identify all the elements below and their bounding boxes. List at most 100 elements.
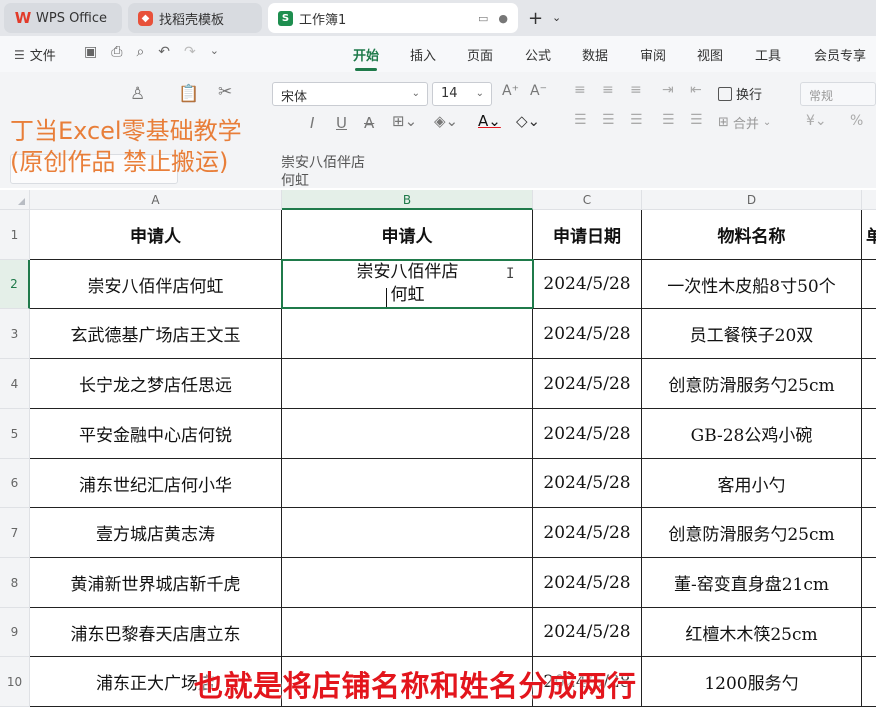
- cell-a5[interactable]: 平安金融中心店何锐: [30, 409, 282, 459]
- outdent-icon[interactable]: ⇤: [690, 82, 702, 98]
- cell-d9[interactable]: 红檀木木筷25cm: [642, 608, 862, 657]
- new-tab-icon[interactable]: +: [528, 8, 543, 29]
- file-menu[interactable]: ☰ 文件: [14, 45, 56, 65]
- percent-format-button[interactable]: %: [850, 113, 863, 129]
- cell-e3[interactable]: [862, 309, 876, 359]
- cell-b3[interactable]: [282, 309, 533, 359]
- strikethrough-icon[interactable]: A: [364, 114, 374, 132]
- italic-icon[interactable]: I: [310, 114, 314, 132]
- font-color-icon[interactable]: A⌄: [478, 112, 501, 130]
- menu-tab-member[interactable]: 会员专享: [814, 45, 866, 64]
- cell-b7[interactable]: [282, 508, 533, 558]
- justify-icon[interactable]: ☰: [662, 112, 675, 128]
- save-icon[interactable]: ▣: [84, 44, 97, 60]
- menu-tab-tools[interactable]: 工具: [755, 45, 781, 64]
- redo-icon[interactable]: ↷: [184, 44, 196, 60]
- align-right-icon[interactable]: ☰: [630, 112, 643, 128]
- more-chevron-icon[interactable]: ⌄: [210, 44, 219, 60]
- cell-b5[interactable]: [282, 409, 533, 459]
- border-icon[interactable]: ⊞⌄: [392, 112, 417, 130]
- cell-c1[interactable]: 申请日期: [533, 210, 642, 260]
- cell-b4[interactable]: [282, 359, 533, 409]
- cell-e1[interactable]: 单: [862, 210, 876, 260]
- clear-format-icon[interactable]: ◇⌄: [516, 112, 540, 130]
- cell-b6[interactable]: [282, 459, 533, 508]
- cell-a8[interactable]: 黄浦新世界城店靳千虎: [30, 558, 282, 608]
- cell-b8[interactable]: [282, 558, 533, 608]
- underline-icon[interactable]: U: [336, 114, 347, 132]
- cell-d6[interactable]: 客用小勺: [642, 459, 862, 508]
- cell-e10[interactable]: [862, 657, 876, 707]
- menu-tab-view[interactable]: 视图: [697, 45, 723, 64]
- menu-tab-formula[interactable]: 公式: [525, 45, 551, 64]
- cell-a7[interactable]: 壹方城店黄志涛: [30, 508, 282, 558]
- tab-template[interactable]: ◆ 找稻壳模板: [128, 3, 262, 33]
- row-header-8[interactable]: 8: [0, 558, 30, 608]
- cell-e6[interactable]: [862, 459, 876, 508]
- active-cell-b2[interactable]: 崇安八佰伴店 何虹: [281, 259, 534, 309]
- cell-d8[interactable]: 董-窑变直身盘21cm: [642, 558, 862, 608]
- column-header-b[interactable]: B: [282, 190, 533, 210]
- cell-b1[interactable]: 申请人: [282, 210, 533, 260]
- cell-d3[interactable]: 员工餐筷子20双: [642, 309, 862, 359]
- fill-color-icon[interactable]: ◈⌄: [434, 112, 458, 130]
- row-header-10[interactable]: 10: [0, 657, 30, 707]
- cell-a2[interactable]: 崇安八佰伴店何虹: [30, 260, 282, 309]
- decrease-font-icon[interactable]: A⁻: [530, 83, 547, 99]
- print-preview-icon[interactable]: ⌕: [136, 44, 144, 60]
- align-center-icon[interactable]: ☰: [602, 112, 615, 128]
- align-bottom-icon[interactable]: ≡: [630, 82, 642, 98]
- indent-icon[interactable]: ⇥: [662, 82, 674, 98]
- align-left-icon[interactable]: ☰: [574, 112, 587, 128]
- cell-a4[interactable]: 长宁龙之梦店任思远: [30, 359, 282, 409]
- menu-tab-home[interactable]: 开始: [353, 45, 379, 71]
- cell-c6[interactable]: 2024/5/28: [533, 459, 642, 508]
- cell-e4[interactable]: [862, 359, 876, 409]
- font-size-select[interactable]: 14 ⌄: [432, 82, 492, 106]
- tab-workbook[interactable]: S 工作簿1 ▭ ●: [268, 3, 518, 33]
- cell-a9[interactable]: 浦东巴黎春天店唐立东: [30, 608, 282, 657]
- column-header-a[interactable]: A: [30, 190, 282, 210]
- cell-d7[interactable]: 创意防滑服务勺25cm: [642, 508, 862, 558]
- paste-icon[interactable]: 📋: [178, 84, 199, 104]
- cell-a1[interactable]: 申请人: [30, 210, 282, 260]
- increase-font-icon[interactable]: A⁺: [502, 83, 519, 99]
- cell-c5[interactable]: 2024/5/28: [533, 409, 642, 459]
- print-icon[interactable]: ⎙: [111, 44, 122, 60]
- align-top-icon[interactable]: ≡: [574, 82, 586, 98]
- menu-tab-insert[interactable]: 插入: [410, 45, 436, 64]
- formula-bar-input[interactable]: 崇安八佰伴店 何虹: [278, 154, 876, 189]
- cell-e8[interactable]: [862, 558, 876, 608]
- column-header-c[interactable]: C: [533, 190, 642, 210]
- cell-d1[interactable]: 物料名称: [642, 210, 862, 260]
- select-all-corner[interactable]: [0, 190, 30, 210]
- cell-c3[interactable]: 2024/5/28: [533, 309, 642, 359]
- column-header-d[interactable]: D: [642, 190, 862, 210]
- distribute-icon[interactable]: ☰: [690, 112, 703, 128]
- cell-d2[interactable]: 一次性木皮船8寸50个: [642, 260, 862, 309]
- menu-tab-page[interactable]: 页面: [467, 45, 493, 64]
- cell-d4[interactable]: 创意防滑服务勺25cm: [642, 359, 862, 409]
- row-header-4[interactable]: 4: [0, 359, 30, 409]
- chevron-down-icon[interactable]: ⌄: [552, 11, 561, 24]
- column-header-e[interactable]: [862, 190, 876, 210]
- cell-a6[interactable]: 浦东世纪汇店何小华: [30, 459, 282, 508]
- cell-d10[interactable]: 1200服务勺: [642, 657, 862, 707]
- undo-icon[interactable]: ↶: [158, 44, 170, 60]
- row-header-1[interactable]: 1: [0, 210, 30, 260]
- tab-status-dot-icon[interactable]: ●: [498, 12, 508, 25]
- cell-c7[interactable]: 2024/5/28: [533, 508, 642, 558]
- cut-icon[interactable]: ✂: [218, 82, 232, 102]
- cell-d5[interactable]: GB-28公鸡小碗: [642, 409, 862, 459]
- row-header-2[interactable]: 2: [0, 260, 30, 309]
- menu-tab-review[interactable]: 审阅: [640, 45, 666, 64]
- format-painter-icon[interactable]: ♙: [130, 84, 145, 104]
- cell-e5[interactable]: [862, 409, 876, 459]
- number-format-select[interactable]: 常规: [800, 82, 876, 106]
- merge-cells-button[interactable]: ⊞ 合并 ⌄: [718, 113, 771, 132]
- cell-e7[interactable]: [862, 508, 876, 558]
- row-header-9[interactable]: 9: [0, 608, 30, 657]
- tab-wps-office[interactable]: W WPS Office: [4, 3, 122, 33]
- font-family-select[interactable]: 宋体 ⌄: [272, 82, 428, 106]
- align-middle-icon[interactable]: ≡: [602, 82, 614, 98]
